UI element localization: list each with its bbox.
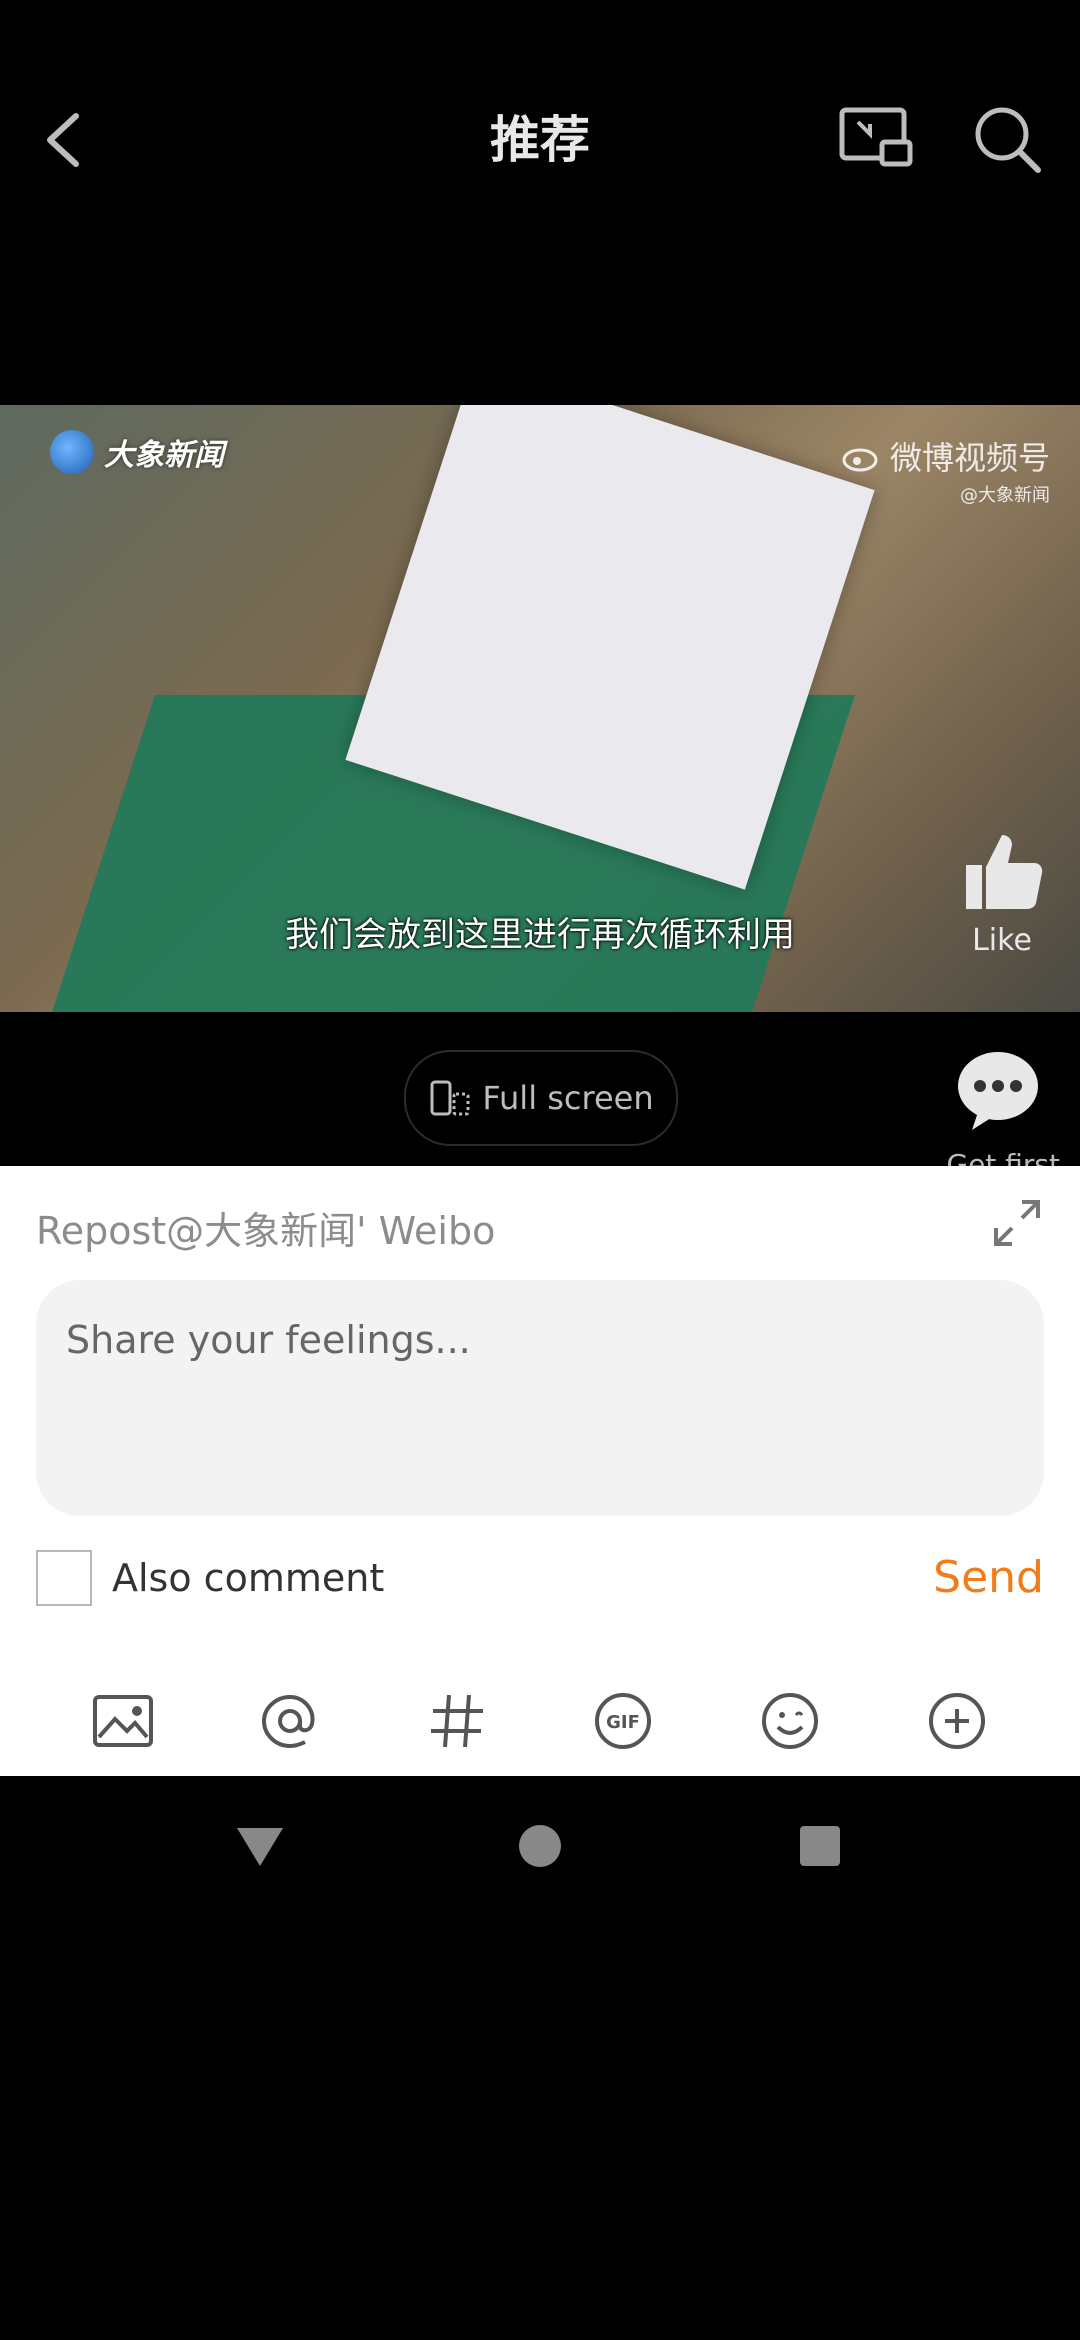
svg-text:GIF: GIF bbox=[606, 1712, 640, 1733]
pip-button[interactable] bbox=[836, 104, 916, 174]
video-player[interactable]: 大象新闻 微博视频号 @大象新闻 我们会放到这里进行再次循环利用 Like bbox=[0, 405, 1080, 1012]
nav-recents-button[interactable] bbox=[790, 1816, 850, 1876]
expand-icon bbox=[994, 1200, 1040, 1246]
image-icon bbox=[93, 1695, 154, 1747]
watermark-right-main: 微博视频号 bbox=[889, 439, 1050, 477]
comment-bubble-icon bbox=[958, 1052, 1038, 1130]
watermark-right: 微博视频号 @大象新闻 bbox=[842, 433, 1050, 507]
back-triangle-icon bbox=[237, 1828, 283, 1866]
expand-button[interactable] bbox=[990, 1196, 1044, 1250]
repost-label: Repost@大象新闻' Weibo bbox=[36, 1209, 496, 1253]
emoji-icon bbox=[761, 1693, 818, 1749]
also-comment-checkbox[interactable] bbox=[36, 1550, 92, 1606]
composer-toolbar: GIF bbox=[0, 1676, 1080, 1766]
like-button[interactable]: Like bbox=[952, 825, 1052, 958]
page-title: 推荐 bbox=[490, 111, 590, 169]
emoji-button[interactable] bbox=[755, 1686, 825, 1756]
weibo-logo-icon bbox=[842, 448, 878, 472]
gif-button[interactable]: GIF bbox=[588, 1686, 658, 1756]
system-nav-bar bbox=[0, 1776, 1080, 1916]
watermark-right-sub: @大象新闻 bbox=[960, 485, 1050, 506]
rotate-phone-icon bbox=[430, 1080, 470, 1116]
channel-logo-icon bbox=[50, 430, 94, 474]
more-button[interactable] bbox=[922, 1686, 992, 1756]
recents-square-icon bbox=[800, 1826, 840, 1866]
plus-icon bbox=[928, 1693, 985, 1749]
search-button[interactable] bbox=[968, 100, 1048, 180]
hashtag-icon bbox=[430, 1694, 483, 1748]
input-placeholder: Share your feelings... bbox=[66, 1318, 471, 1362]
nav-back-button[interactable] bbox=[230, 1816, 290, 1876]
picture-in-picture-icon bbox=[839, 107, 913, 167]
thumbs-up-icon bbox=[966, 835, 1043, 909]
home-circle-icon bbox=[519, 1825, 561, 1867]
like-label: Like bbox=[972, 923, 1032, 958]
watermark-left-text: 大象新闻 bbox=[104, 438, 224, 473]
nav-home-button[interactable] bbox=[510, 1816, 570, 1876]
mention-button[interactable] bbox=[255, 1686, 325, 1756]
also-comment-label[interactable]: Also comment bbox=[112, 1556, 384, 1600]
repost-text-input[interactable]: Share your feelings... bbox=[36, 1280, 1044, 1516]
search-icon bbox=[975, 107, 1041, 173]
fullscreen-label: Full screen bbox=[482, 1079, 654, 1117]
send-button[interactable]: Send bbox=[933, 1552, 1044, 1603]
repost-sheet: Repost@大象新闻' Weibo Share your feelings..… bbox=[0, 1166, 1080, 1776]
gif-icon: GIF bbox=[595, 1693, 652, 1749]
top-bar: 推荐 bbox=[0, 0, 1080, 280]
video-subtitle: 我们会放到这里进行再次循环利用 bbox=[285, 915, 795, 955]
image-button[interactable] bbox=[88, 1686, 158, 1756]
fullscreen-button[interactable]: Full screen bbox=[404, 1050, 678, 1146]
comment-button[interactable] bbox=[954, 1046, 1042, 1134]
at-icon bbox=[261, 1694, 315, 1749]
watermark-left: 大象新闻 bbox=[50, 430, 224, 474]
hashtag-button[interactable] bbox=[422, 1686, 492, 1756]
